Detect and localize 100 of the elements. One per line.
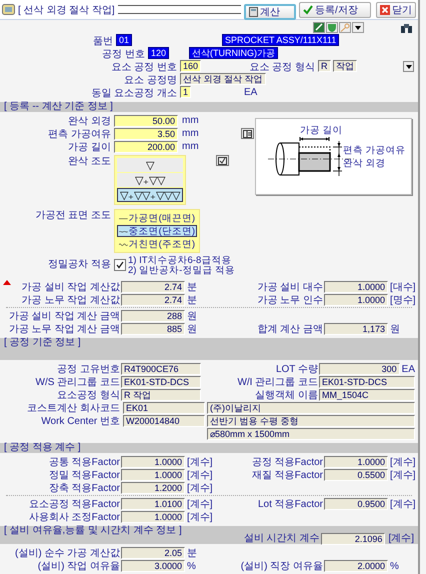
- value-field: W200014840: [123, 415, 205, 427]
- field-label: 가공 설비 대수: [257, 281, 324, 294]
- unit-label: [계수]: [387, 534, 414, 544]
- field-label: 가공 설비 작업 계산 금액: [8, 310, 121, 323]
- value-field: EK01-STD-DCS: [121, 376, 201, 388]
- unit-label: 분: [186, 281, 198, 294]
- field-label: Lot 적용Factor: [258, 498, 324, 511]
- input-field[interactable]: 50.00: [114, 114, 178, 126]
- field-label: 공정 고유번호: [57, 363, 121, 376]
- field-label: 코스트계산 회사코드: [27, 402, 121, 415]
- field-label: 정밀공차 적용: [47, 258, 112, 270]
- input-field[interactable]: 선삭(TURNING)가공: [189, 47, 278, 59]
- value-field: 3.0000: [121, 560, 185, 572]
- field-label: 요소 공정명: [123, 74, 178, 86]
- check-icon: [303, 4, 313, 14]
- field-label: 사용회사 조정Factor: [28, 511, 121, 524]
- value-field: 1.0000: [121, 469, 185, 481]
- calculate-button[interactable]: 계산: [244, 4, 296, 20]
- input-field[interactable]: 1: [180, 86, 192, 98]
- field-label: 동일 요소공정 개소: [90, 86, 178, 100]
- roughness-option[interactable]: ▽: [117, 158, 183, 172]
- input-field[interactable]: 3.50: [114, 128, 178, 140]
- value-field: ⌀580mm x 1500mm: [207, 428, 415, 440]
- roughness-option[interactable]: ▽₊▽▽: [117, 173, 183, 187]
- section-header: [ 공정 기준 정보 ]: [0, 338, 418, 360]
- save-button[interactable]: 등록/저장: [299, 2, 371, 18]
- field-label: 가공 노무 작업 계산값: [22, 294, 121, 307]
- unit-label: 분: [186, 294, 198, 307]
- field-label: 공정 번호: [101, 48, 146, 60]
- value-field: 2.74: [121, 281, 185, 293]
- checkbox[interactable]: [114, 259, 126, 271]
- value-field: 2.1096: [321, 533, 386, 545]
- surface-option[interactable]: 가공면(매끈면): [117, 212, 197, 224]
- unit-label: 원: [186, 310, 198, 323]
- close-button[interactable]: 닫기: [376, 2, 416, 18]
- field-label: 재질 적용Factor: [252, 469, 324, 482]
- checklist-icon[interactable]: [216, 155, 229, 166]
- unit-label: EA: [243, 87, 258, 98]
- value-field: 0.9500: [324, 498, 388, 510]
- field-label: Work Center 번호: [41, 415, 121, 428]
- unit-label: [계수]: [389, 469, 417, 482]
- section-header: [ 설비 여유율,능률 및 시간치 계수 정보 ]: [4, 526, 182, 536]
- unit-label: [명수]: [389, 294, 417, 307]
- input-field[interactable]: 120: [148, 47, 170, 59]
- unit-label: 분: [186, 547, 198, 560]
- value-field: 1.0000: [324, 281, 388, 293]
- field-label: LOT 수량: [276, 363, 319, 376]
- surface-option[interactable]: 중조면(단조면): [117, 225, 197, 237]
- field-label: 요소공정 적용Factor: [28, 498, 121, 511]
- input-field[interactable]: 160: [180, 60, 202, 72]
- value-field: 0.5500: [324, 469, 388, 481]
- field-label: 정밀 적용Factor: [48, 469, 121, 482]
- field-label: 합계 계산 금액: [257, 323, 324, 336]
- field-label: 품번: [92, 34, 114, 48]
- unit-label: [계수]: [389, 498, 417, 511]
- unit-label: [계수]: [186, 456, 214, 469]
- note-text: 2) 일반공차-정밀급 적용: [128, 266, 235, 276]
- value-field: R4T900CE76: [121, 363, 201, 375]
- unit-label: 원: [186, 323, 198, 336]
- field-label: 요소 공정 번호: [110, 60, 178, 74]
- dropdown-button[interactable]: [403, 61, 414, 72]
- field-label: (설비) 작업 여유율: [38, 560, 121, 573]
- shield-icon[interactable]: [326, 22, 338, 33]
- input-field[interactable]: 200.00: [114, 140, 178, 152]
- field-label: 실행객체 이름: [255, 389, 319, 402]
- triangle-icon[interactable]: [3, 280, 11, 285]
- field-label: 공정 적용Factor: [252, 456, 324, 469]
- field-label: (설비) 순수 가공 계산값: [15, 547, 121, 560]
- value-field: 1.2000: [121, 482, 185, 494]
- edit-icon[interactable]: [313, 22, 325, 33]
- field-label: W/I 관리그룹 코드: [237, 376, 319, 389]
- field-label: 가공 노무 작업 계산 금액: [8, 323, 121, 336]
- field-label: 편측 가공여유: [47, 128, 112, 140]
- value-field: 1.0000: [324, 294, 388, 306]
- input-field[interactable]: 01: [116, 34, 132, 46]
- unit-label: %: [389, 560, 400, 572]
- input-field[interactable]: SPROCKET ASSY/111X111: [222, 34, 340, 46]
- unit-label: %: [186, 560, 197, 572]
- caret-icon[interactable]: [352, 22, 364, 33]
- value-field: 1.0000: [121, 456, 185, 468]
- value-field: 2.74: [121, 294, 185, 306]
- field-label: 완삭 조도: [67, 155, 112, 168]
- field-label: 가공 노무 인수: [257, 294, 324, 307]
- field-label: 설비 시간치 계수: [244, 534, 320, 544]
- unit-label: mm: [181, 128, 199, 139]
- value-field: EK01-STD-DCS: [319, 376, 415, 388]
- roughness-option[interactable]: ▽₊▽▽₊▽▽▽: [117, 188, 183, 202]
- field-label: 가공전 표면 조도: [34, 209, 112, 222]
- surface-option[interactable]: 거친면(주조면): [117, 238, 197, 250]
- field-label: 공통 적용Factor: [48, 456, 121, 469]
- unit-label: EA: [400, 364, 415, 374]
- value-field: 288: [121, 310, 185, 322]
- value-field: 선삭 외경 절삭 작업: [180, 73, 266, 85]
- note-text: 1) IT치수공차6-8급적용: [128, 256, 232, 266]
- section-header: [ 등록 -- 계산 기준 정보 ]: [0, 102, 418, 112]
- unit-label: mm: [181, 141, 199, 152]
- close-icon: [380, 4, 390, 16]
- value-field: 1.0100: [121, 498, 185, 510]
- field-label: 요소공정 형식: [57, 389, 121, 402]
- unit-label: [계수]: [186, 469, 214, 482]
